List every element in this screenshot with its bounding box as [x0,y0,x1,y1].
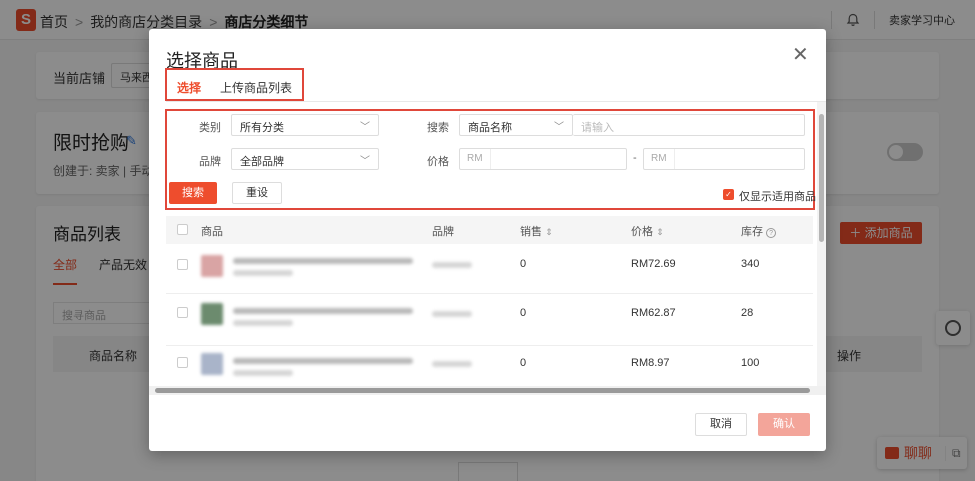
column-brand: 品牌 [432,226,454,238]
chevron-down-icon: ﹀ [554,122,564,133]
search-input[interactable]: 请输入 [573,114,805,136]
product-id-blurred [233,370,293,376]
horizontal-scrollbar[interactable] [149,386,826,395]
column-price[interactable]: 价格 ⇕ [631,223,664,239]
product-name-blurred [233,308,413,314]
stock-value: 28 [741,307,754,319]
table-row [166,346,813,386]
scroll-thumb[interactable] [819,114,824,242]
select-products-dialog: 选择商品 ✕ 选择 上传商品列表 类别 所有分类 ﹀ 搜索 商品名称 ﹀ 请输入 品… [149,29,826,451]
price-label: 价格 [427,156,449,168]
tab-upload-list[interactable]: 上传商品列表 [220,79,292,96]
search-type-value: 商品名称 [468,122,512,134]
only-applicable-checkbox[interactable]: ✓ [723,189,734,200]
brand-blurred [432,262,472,268]
table-row [166,244,813,294]
row-checkbox[interactable] [177,307,188,318]
brand-blurred [432,311,472,317]
stock-value: 100 [741,357,760,369]
search-label: 搜索 [427,122,449,134]
sales-value: 0 [520,357,527,369]
currency-prefix: RM [460,149,491,169]
currency-prefix: RM [644,149,675,169]
product-thumbnail [201,303,223,325]
stock-value: 340 [741,258,760,270]
product-id-blurred [233,270,293,276]
column-sales[interactable]: 销售 ⇕ [520,223,553,239]
row-checkbox[interactable] [177,259,188,270]
price-max-input[interactable]: RM [643,148,805,170]
price-min-input[interactable]: RM [459,148,627,170]
select-all-checkbox[interactable] [177,224,188,235]
only-applicable-label: 仅显示适用商品 [739,191,816,203]
product-thumbnail [201,255,223,277]
category-select[interactable]: 所有分类 ﹀ [231,114,379,136]
tabs-divider [166,101,826,102]
scroll-thumb[interactable] [155,388,810,393]
column-sales-label: 销售 [520,226,542,238]
column-price-label: 价格 [631,226,653,238]
product-id-blurred [233,320,293,326]
price-value: RM8.97 [631,357,670,369]
help-icon[interactable]: ? [766,228,777,238]
sales-value: 0 [520,307,527,319]
close-icon[interactable]: ✕ [792,45,809,65]
sort-icon: ⇕ [656,227,664,237]
search-type-select[interactable]: 商品名称 ﹀ [459,114,573,136]
check-icon: ✓ [725,190,732,199]
cancel-button[interactable]: 取消 [695,413,747,436]
tab-select[interactable]: 选择 [177,79,201,96]
column-stock-label: 库存 [741,226,763,238]
price-value: RM72.69 [631,258,676,270]
chevron-down-icon: ﹀ [360,122,370,133]
sales-value: 0 [520,258,527,270]
product-thumbnail [201,353,223,375]
brand-label: 品牌 [199,156,221,168]
products-table-header [166,216,813,244]
reset-button[interactable]: 重设 [232,182,282,204]
brand-select[interactable]: 全部品牌 ﹀ [231,148,379,170]
price-value: RM62.87 [631,307,676,319]
category-label: 类别 [199,122,221,134]
category-value: 所有分类 [240,122,284,134]
row-checkbox[interactable] [177,357,188,368]
brand-value: 全部品牌 [240,156,284,168]
column-product: 商品 [201,226,223,238]
column-stock: 库存 ? [741,223,777,239]
confirm-button[interactable]: 确认 [758,413,810,436]
brand-blurred [432,361,472,367]
product-name-blurred [233,358,413,364]
sort-icon: ⇕ [545,227,553,237]
vertical-scrollbar[interactable] [817,102,826,386]
product-name-blurred [233,258,413,264]
price-separator: - [633,152,637,164]
chevron-down-icon: ﹀ [360,156,370,167]
search-button[interactable]: 搜索 [169,182,217,204]
